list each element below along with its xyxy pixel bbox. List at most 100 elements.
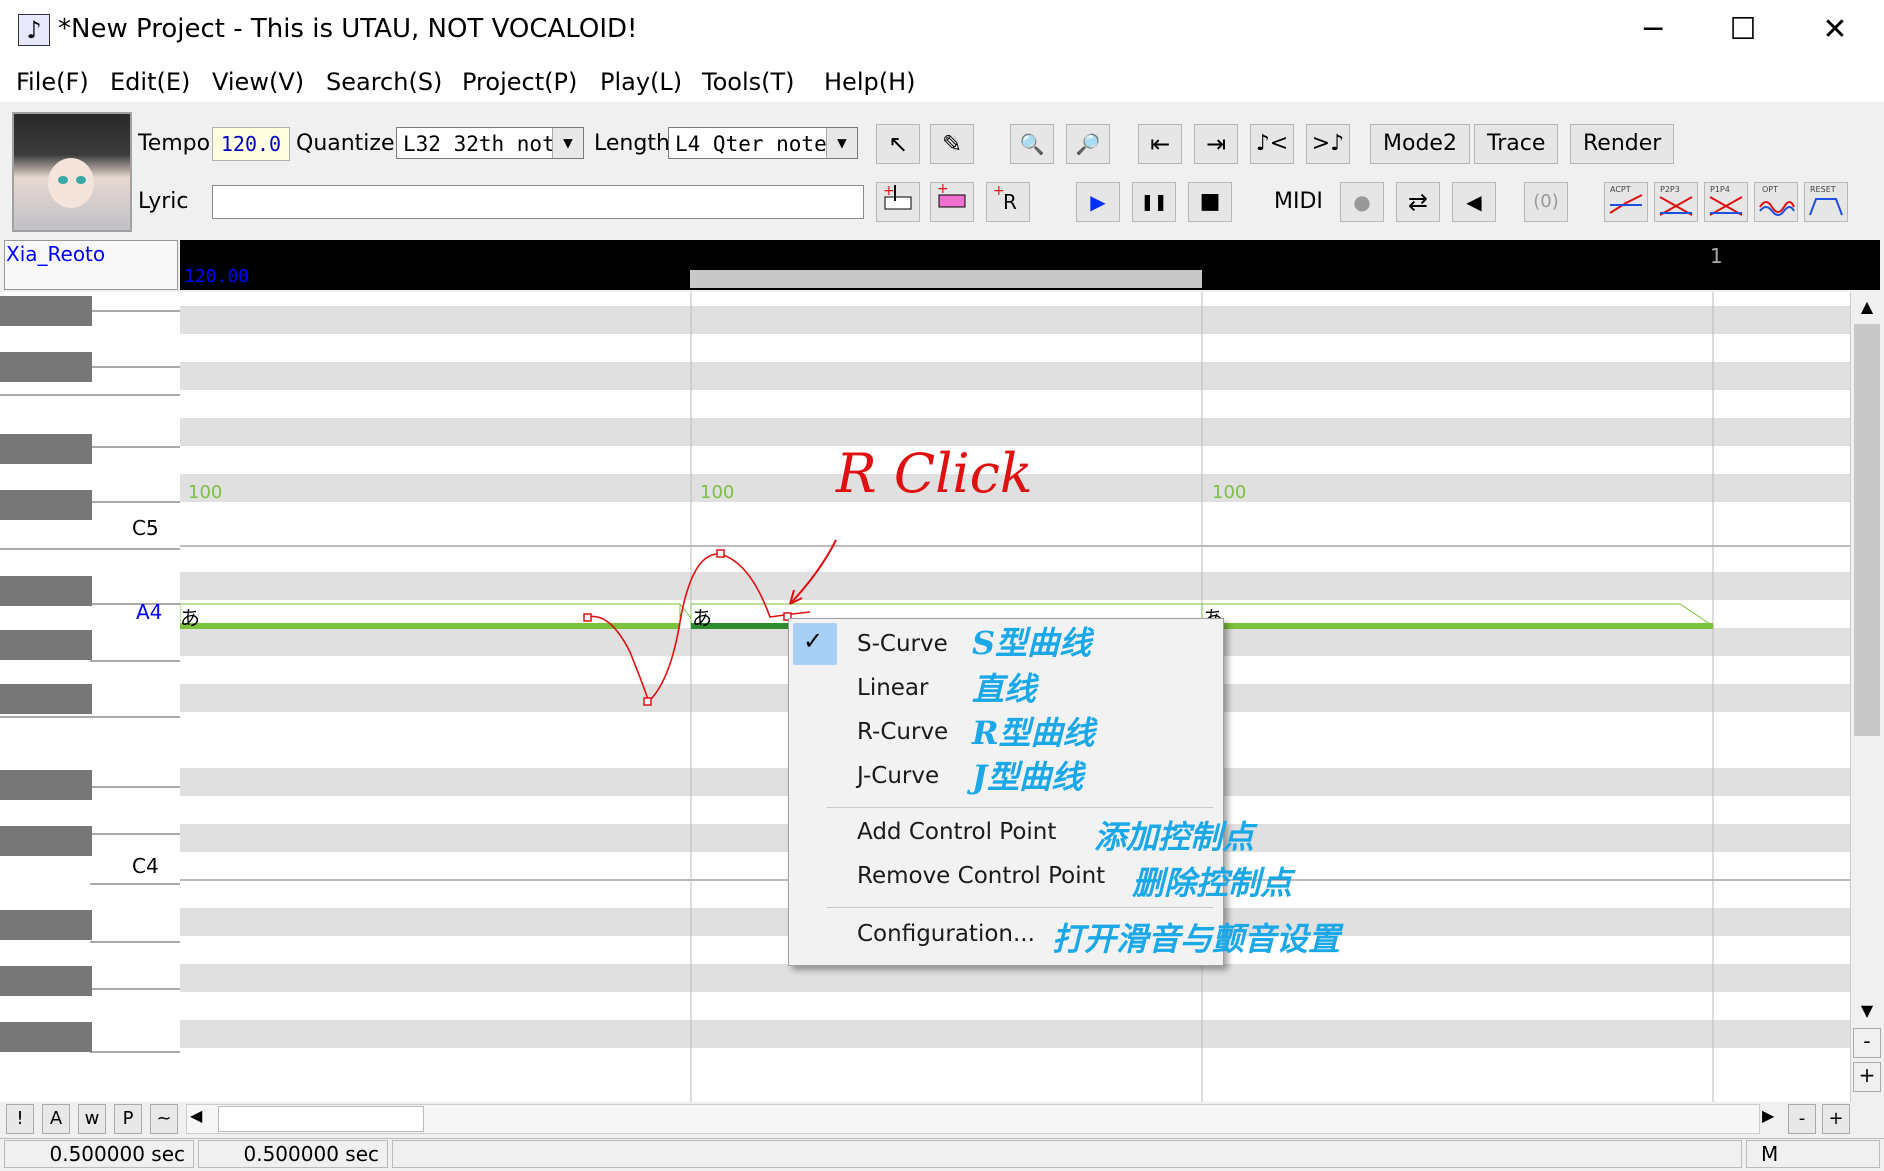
menu-item-s-curve[interactable]: S-Curve	[857, 631, 948, 657]
pencil-tool-button[interactable]: ✎	[930, 124, 974, 164]
insert-note-button[interactable]: +	[876, 182, 920, 222]
opt-button[interactable]: OPT	[1754, 182, 1798, 222]
menu-item-j-curve[interactable]: J-Curve	[857, 763, 939, 789]
mode-button-exclaim[interactable]: !	[6, 1104, 34, 1134]
menu-item-linear[interactable]: Linear	[857, 675, 928, 701]
mode-button-a[interactable]: A	[42, 1104, 70, 1134]
tempo-marker: 120.00	[184, 266, 250, 287]
menu-item-configuration[interactable]: Configuration...	[857, 921, 1035, 947]
menu-item-remove-control-point[interactable]: Remove Control Point	[857, 863, 1105, 889]
p2p3-button[interactable]: P2P3	[1654, 182, 1698, 222]
pencil-icon: ✎	[941, 130, 963, 158]
go-start-button[interactable]: ⇤	[1138, 124, 1182, 164]
menu-item-add-control-point[interactable]: Add Control Point	[857, 819, 1056, 845]
chevron-down-icon: ▼	[826, 128, 857, 158]
stop-button[interactable]: ■	[1188, 182, 1232, 222]
vertical-zoom-out-button[interactable]: -	[1853, 1028, 1881, 1058]
view-range-indicator[interactable]	[690, 270, 1202, 288]
black-key[interactable]	[0, 684, 92, 714]
menu-item-r-curve[interactable]: R-Curve	[857, 719, 948, 745]
menu-tools[interactable]: Tools(T)	[702, 68, 795, 96]
stop-icon: ■	[1199, 189, 1221, 214]
next-note-button[interactable]: >♪	[1306, 124, 1350, 164]
menu-project[interactable]: Project(P)	[462, 68, 577, 96]
singer-name[interactable]: Xia_Reoto	[6, 242, 105, 266]
p1p4-button[interactable]: P1P4	[1704, 182, 1748, 222]
menu-separator	[827, 807, 1213, 808]
vertical-zoom-in-button[interactable]: +	[1853, 1062, 1881, 1092]
menu-edit[interactable]: Edit(E)	[110, 68, 190, 96]
horizontal-zoom-out-button[interactable]: -	[1788, 1104, 1816, 1134]
maximize-button[interactable]: ☐	[1698, 0, 1788, 62]
black-key[interactable]	[0, 434, 92, 464]
singer-avatar[interactable]	[12, 112, 132, 232]
menu-view[interactable]: View(V)	[212, 68, 304, 96]
black-key[interactable]	[0, 630, 92, 660]
menu-search[interactable]: Search(S)	[326, 68, 442, 96]
length-select[interactable]: L4 Qter note ▼	[668, 127, 858, 159]
black-key[interactable]	[0, 910, 92, 940]
lyric-input[interactable]	[212, 185, 864, 219]
mode-button-p[interactable]: P	[114, 1104, 142, 1134]
pause-button[interactable]: ❚❚	[1132, 182, 1176, 222]
black-key[interactable]	[0, 576, 92, 606]
vertical-scrollbar[interactable]: ▲ ▼ - +	[1850, 292, 1883, 1102]
render-button[interactable]: Render	[1570, 124, 1675, 164]
play-button[interactable]: ▶	[1076, 182, 1120, 222]
length-label: Length	[594, 131, 670, 156]
next-note-icon: >♪	[1311, 131, 1345, 156]
add-rest-button[interactable]: + R	[986, 182, 1030, 222]
midi-speaker-button[interactable]: ◀	[1452, 182, 1496, 222]
acpt-button[interactable]: ACPT	[1604, 182, 1648, 222]
scroll-thumb[interactable]	[1854, 324, 1880, 736]
scroll-right-icon[interactable]: ▶	[1762, 1106, 1774, 1125]
black-key[interactable]	[0, 296, 92, 326]
black-key[interactable]	[0, 770, 92, 800]
black-key[interactable]	[0, 966, 92, 996]
reset-button[interactable]: RESET	[1804, 182, 1848, 222]
piano-keyboard[interactable]: C5 A4 C4	[0, 292, 181, 1102]
quantize-select[interactable]: L32 32th note ▼	[396, 127, 584, 159]
select-tool-button[interactable]: ↖	[876, 124, 920, 164]
zoom-out-button[interactable]: 🔎	[1066, 124, 1110, 164]
scroll-down-icon[interactable]: ▼	[1853, 998, 1881, 1024]
lyric-label: Lyric	[138, 189, 189, 214]
reset-icon: RESET	[1809, 185, 1843, 216]
add-note-button[interactable]: +	[930, 181, 974, 222]
note-velocity: 100	[188, 482, 223, 503]
go-end-button[interactable]: ⇥	[1194, 124, 1238, 164]
scroll-left-icon[interactable]: ◀	[190, 1106, 202, 1125]
note-1[interactable]	[180, 603, 681, 629]
horizontal-zoom-in-button[interactable]: +	[1822, 1104, 1850, 1134]
annotation-j-curve: J型曲线	[972, 758, 1084, 796]
mode-button-tilde[interactable]: ~	[150, 1104, 178, 1134]
black-key[interactable]	[0, 826, 92, 856]
black-key[interactable]	[0, 1022, 92, 1052]
trace-button[interactable]: Trace	[1474, 124, 1559, 164]
black-key[interactable]	[0, 490, 92, 520]
scroll-up-icon[interactable]: ▲	[1853, 294, 1881, 320]
menu-help[interactable]: Help(H)	[824, 68, 916, 96]
menu-play[interactable]: Play(L)	[600, 68, 682, 96]
minimize-button[interactable]: ─	[1608, 0, 1698, 62]
annotation-r-curve: R型曲线	[972, 714, 1095, 752]
rclick-annotation: R Click	[836, 442, 1033, 505]
vibrato-button[interactable]: (0)	[1524, 182, 1568, 222]
tempo-input[interactable]: 120.0	[212, 127, 290, 161]
zoom-in-button[interactable]: 🔍	[1010, 124, 1054, 164]
menu-file[interactable]: File(F)	[16, 68, 89, 96]
mode2-button[interactable]: Mode2	[1370, 124, 1470, 164]
pitch-control-point	[643, 697, 652, 706]
note-3[interactable]	[1201, 603, 1715, 629]
tempo-label: Tempo	[138, 131, 211, 156]
horizontal-scroll-thumb[interactable]	[218, 1106, 424, 1132]
prev-note-button[interactable]: ♪<	[1250, 124, 1294, 164]
window-title: *New Project - This is UTAU, NOT VOCALOI…	[58, 14, 638, 44]
annotation-add-control-point: 添加控制点	[1094, 818, 1255, 856]
black-key[interactable]	[0, 352, 92, 382]
mode-button-w[interactable]: w	[78, 1104, 106, 1134]
prev-note-icon: ♪<	[1255, 131, 1289, 156]
midi-loop-button[interactable]: ⇄	[1396, 182, 1440, 222]
close-button[interactable]: ✕	[1790, 0, 1880, 62]
midi-record-button[interactable]: ●	[1340, 182, 1384, 222]
